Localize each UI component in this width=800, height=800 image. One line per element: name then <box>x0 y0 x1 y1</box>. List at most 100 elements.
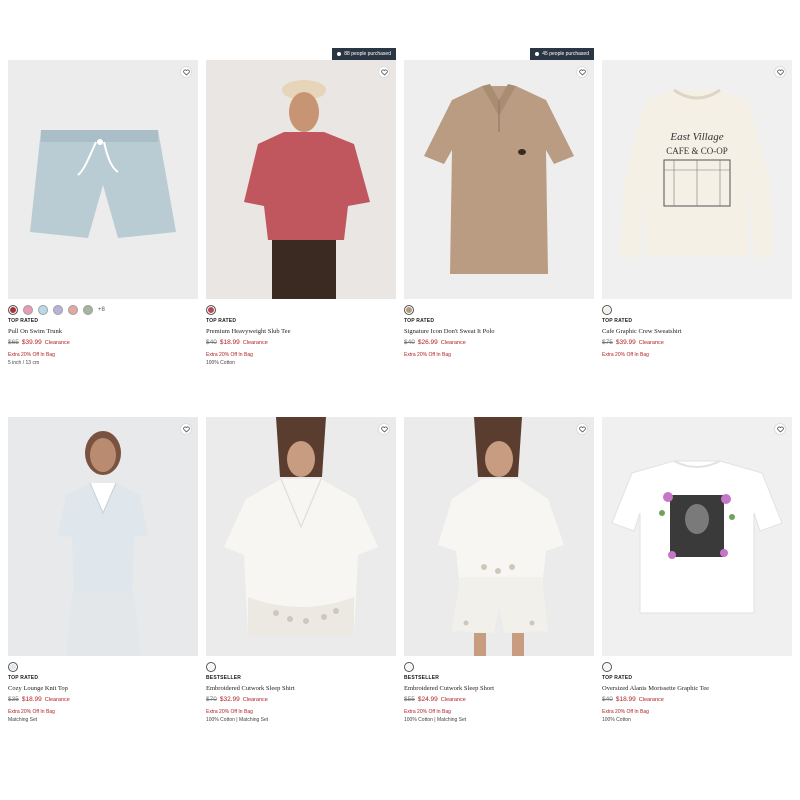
promo-text: Extra 20% Off In Bag <box>602 352 649 358</box>
sale-price: $32.99 <box>219 696 240 703</box>
product-row: TOP RATED Cozy Lounge Knit Top $35 $18.9… <box>8 405 792 723</box>
color-swatch[interactable] <box>23 304 33 315</box>
color-swatch[interactable] <box>602 304 612 315</box>
purchase-count-badge: 45 people purchased <box>530 48 594 60</box>
color-swatch[interactable] <box>8 304 18 315</box>
product-photo <box>8 60 198 299</box>
product-image[interactable] <box>206 60 396 299</box>
product-name[interactable]: Signature Icon Don't Sweat It Polo <box>404 328 594 335</box>
price-row: $40 $18.99 Clearance <box>602 696 792 703</box>
product-card[interactable]: +8 TOP RATED Pull On Swim Trunk $65 $39.… <box>8 48 198 366</box>
product-photo <box>206 60 396 299</box>
wishlist-heart-button[interactable] <box>180 423 192 435</box>
price-row: $40 $26.99 Clearance <box>404 339 594 346</box>
product-name[interactable]: Premium Heavyweight Slub Tee <box>206 328 396 335</box>
wishlist-heart-button[interactable] <box>378 66 390 78</box>
badge-slot <box>206 405 396 417</box>
sale-price: $39.99 <box>21 339 42 346</box>
product-name[interactable]: Embroidered Cutwork Sleep Short <box>404 685 594 692</box>
product-tag: TOP RATED <box>8 675 39 681</box>
color-swatch[interactable] <box>404 304 414 315</box>
product-card[interactable]: 88 people purchased TOP RATED Premium He… <box>206 48 396 366</box>
product-name[interactable]: Pull On Swim Trunk <box>8 328 198 335</box>
flame-icon <box>535 51 540 56</box>
color-swatch[interactable] <box>404 661 414 672</box>
color-swatch[interactable] <box>83 304 93 315</box>
wishlist-heart-button[interactable] <box>378 423 390 435</box>
clearance-label: Clearance <box>44 697 70 703</box>
color-swatch[interactable] <box>68 304 78 315</box>
purchase-count-text: 88 people purchased <box>344 51 391 57</box>
product-card[interactable]: TOP RATED Oversized Alanis Morissette Gr… <box>602 405 792 723</box>
product-photo: East Village CAFE & CO-OP <box>602 60 792 299</box>
clearance-label: Clearance <box>638 697 664 703</box>
wishlist-heart-button[interactable] <box>774 66 786 78</box>
badge-slot: 88 people purchased <box>206 48 396 60</box>
heart-icon <box>182 426 190 432</box>
product-image[interactable] <box>404 60 594 299</box>
color-swatch[interactable] <box>206 661 216 672</box>
color-swatches <box>404 661 594 672</box>
sale-price: $39.99 <box>615 339 636 346</box>
product-photo <box>404 60 594 299</box>
svg-text:CAFE & CO-OP: CAFE & CO-OP <box>666 146 728 156</box>
color-swatches <box>8 661 198 672</box>
product-name[interactable]: Cozy Lounge Knit Top <box>8 685 198 692</box>
original-price: $55 <box>404 696 415 703</box>
product-photo <box>8 417 198 656</box>
price-row: $65 $39.99 Clearance <box>8 339 198 346</box>
product-name[interactable]: Embroidered Cutwork Sleep Shirt <box>206 685 396 692</box>
product-image[interactable] <box>602 417 792 656</box>
clearance-label: Clearance <box>638 340 664 346</box>
promo-text: Extra 20% Off In Bag <box>8 709 55 715</box>
more-colors-count[interactable]: +8 <box>98 307 105 313</box>
wishlist-heart-button[interactable] <box>180 66 192 78</box>
product-image[interactable]: East Village CAFE & CO-OP <box>602 60 792 299</box>
flame-icon <box>337 51 342 56</box>
product-name[interactable]: Cafe Graphic Crew Sweatshirt <box>602 328 792 335</box>
clearance-label: Clearance <box>44 340 70 346</box>
product-detail: 5 inch / 13 cm <box>8 360 40 366</box>
product-card[interactable]: 45 people purchased TOP RATED Signature … <box>404 48 594 366</box>
promo-text: Extra 20% Off In Bag <box>404 352 451 358</box>
color-swatches <box>404 304 594 315</box>
original-price: $40 <box>206 339 217 346</box>
color-swatch[interactable] <box>8 661 18 672</box>
product-card[interactable]: BESTSELLER Embroidered Cutwork Sleep Sho… <box>404 405 594 723</box>
color-swatches <box>602 304 792 315</box>
sale-price: $18.99 <box>615 696 636 703</box>
product-photo <box>206 417 396 656</box>
wishlist-heart-button[interactable] <box>576 423 588 435</box>
color-swatch[interactable] <box>206 304 216 315</box>
product-card[interactable]: TOP RATED Cozy Lounge Knit Top $35 $18.9… <box>8 405 198 723</box>
product-image[interactable] <box>8 60 198 299</box>
product-detail: 100% Cotton <box>602 717 631 723</box>
product-card[interactable]: East Village CAFE & CO-OP TOP RATED Cafe… <box>602 48 792 366</box>
heart-icon <box>380 426 388 432</box>
promo-text: Extra 20% Off In Bag <box>404 709 451 715</box>
price-row: $75 $39.99 Clearance <box>602 339 792 346</box>
color-swatch[interactable] <box>602 661 612 672</box>
product-tag: TOP RATED <box>404 318 435 324</box>
price-row: $40 $18.99 Clearance <box>206 339 396 346</box>
color-swatch[interactable] <box>38 304 48 315</box>
wishlist-heart-button[interactable] <box>774 423 786 435</box>
product-detail: Matching Set <box>8 717 38 723</box>
original-price: $65 <box>8 339 19 346</box>
product-image[interactable] <box>404 417 594 656</box>
original-price: $70 <box>206 696 217 703</box>
product-image[interactable] <box>8 417 198 656</box>
wishlist-heart-button[interactable] <box>576 66 588 78</box>
clearance-label: Clearance <box>242 340 268 346</box>
badge-slot <box>602 48 792 60</box>
product-tag: BESTSELLER <box>206 675 242 681</box>
product-photo <box>602 417 792 656</box>
badge-slot <box>404 405 594 417</box>
product-name[interactable]: Oversized Alanis Morissette Graphic Tee <box>602 685 792 692</box>
sale-price: $18.99 <box>21 696 42 703</box>
promo-text: Extra 20% Off In Bag <box>206 352 253 358</box>
clearance-label: Clearance <box>242 697 268 703</box>
product-image[interactable] <box>206 417 396 656</box>
color-swatch[interactable] <box>53 304 63 315</box>
product-card[interactable]: BESTSELLER Embroidered Cutwork Sleep Shi… <box>206 405 396 723</box>
